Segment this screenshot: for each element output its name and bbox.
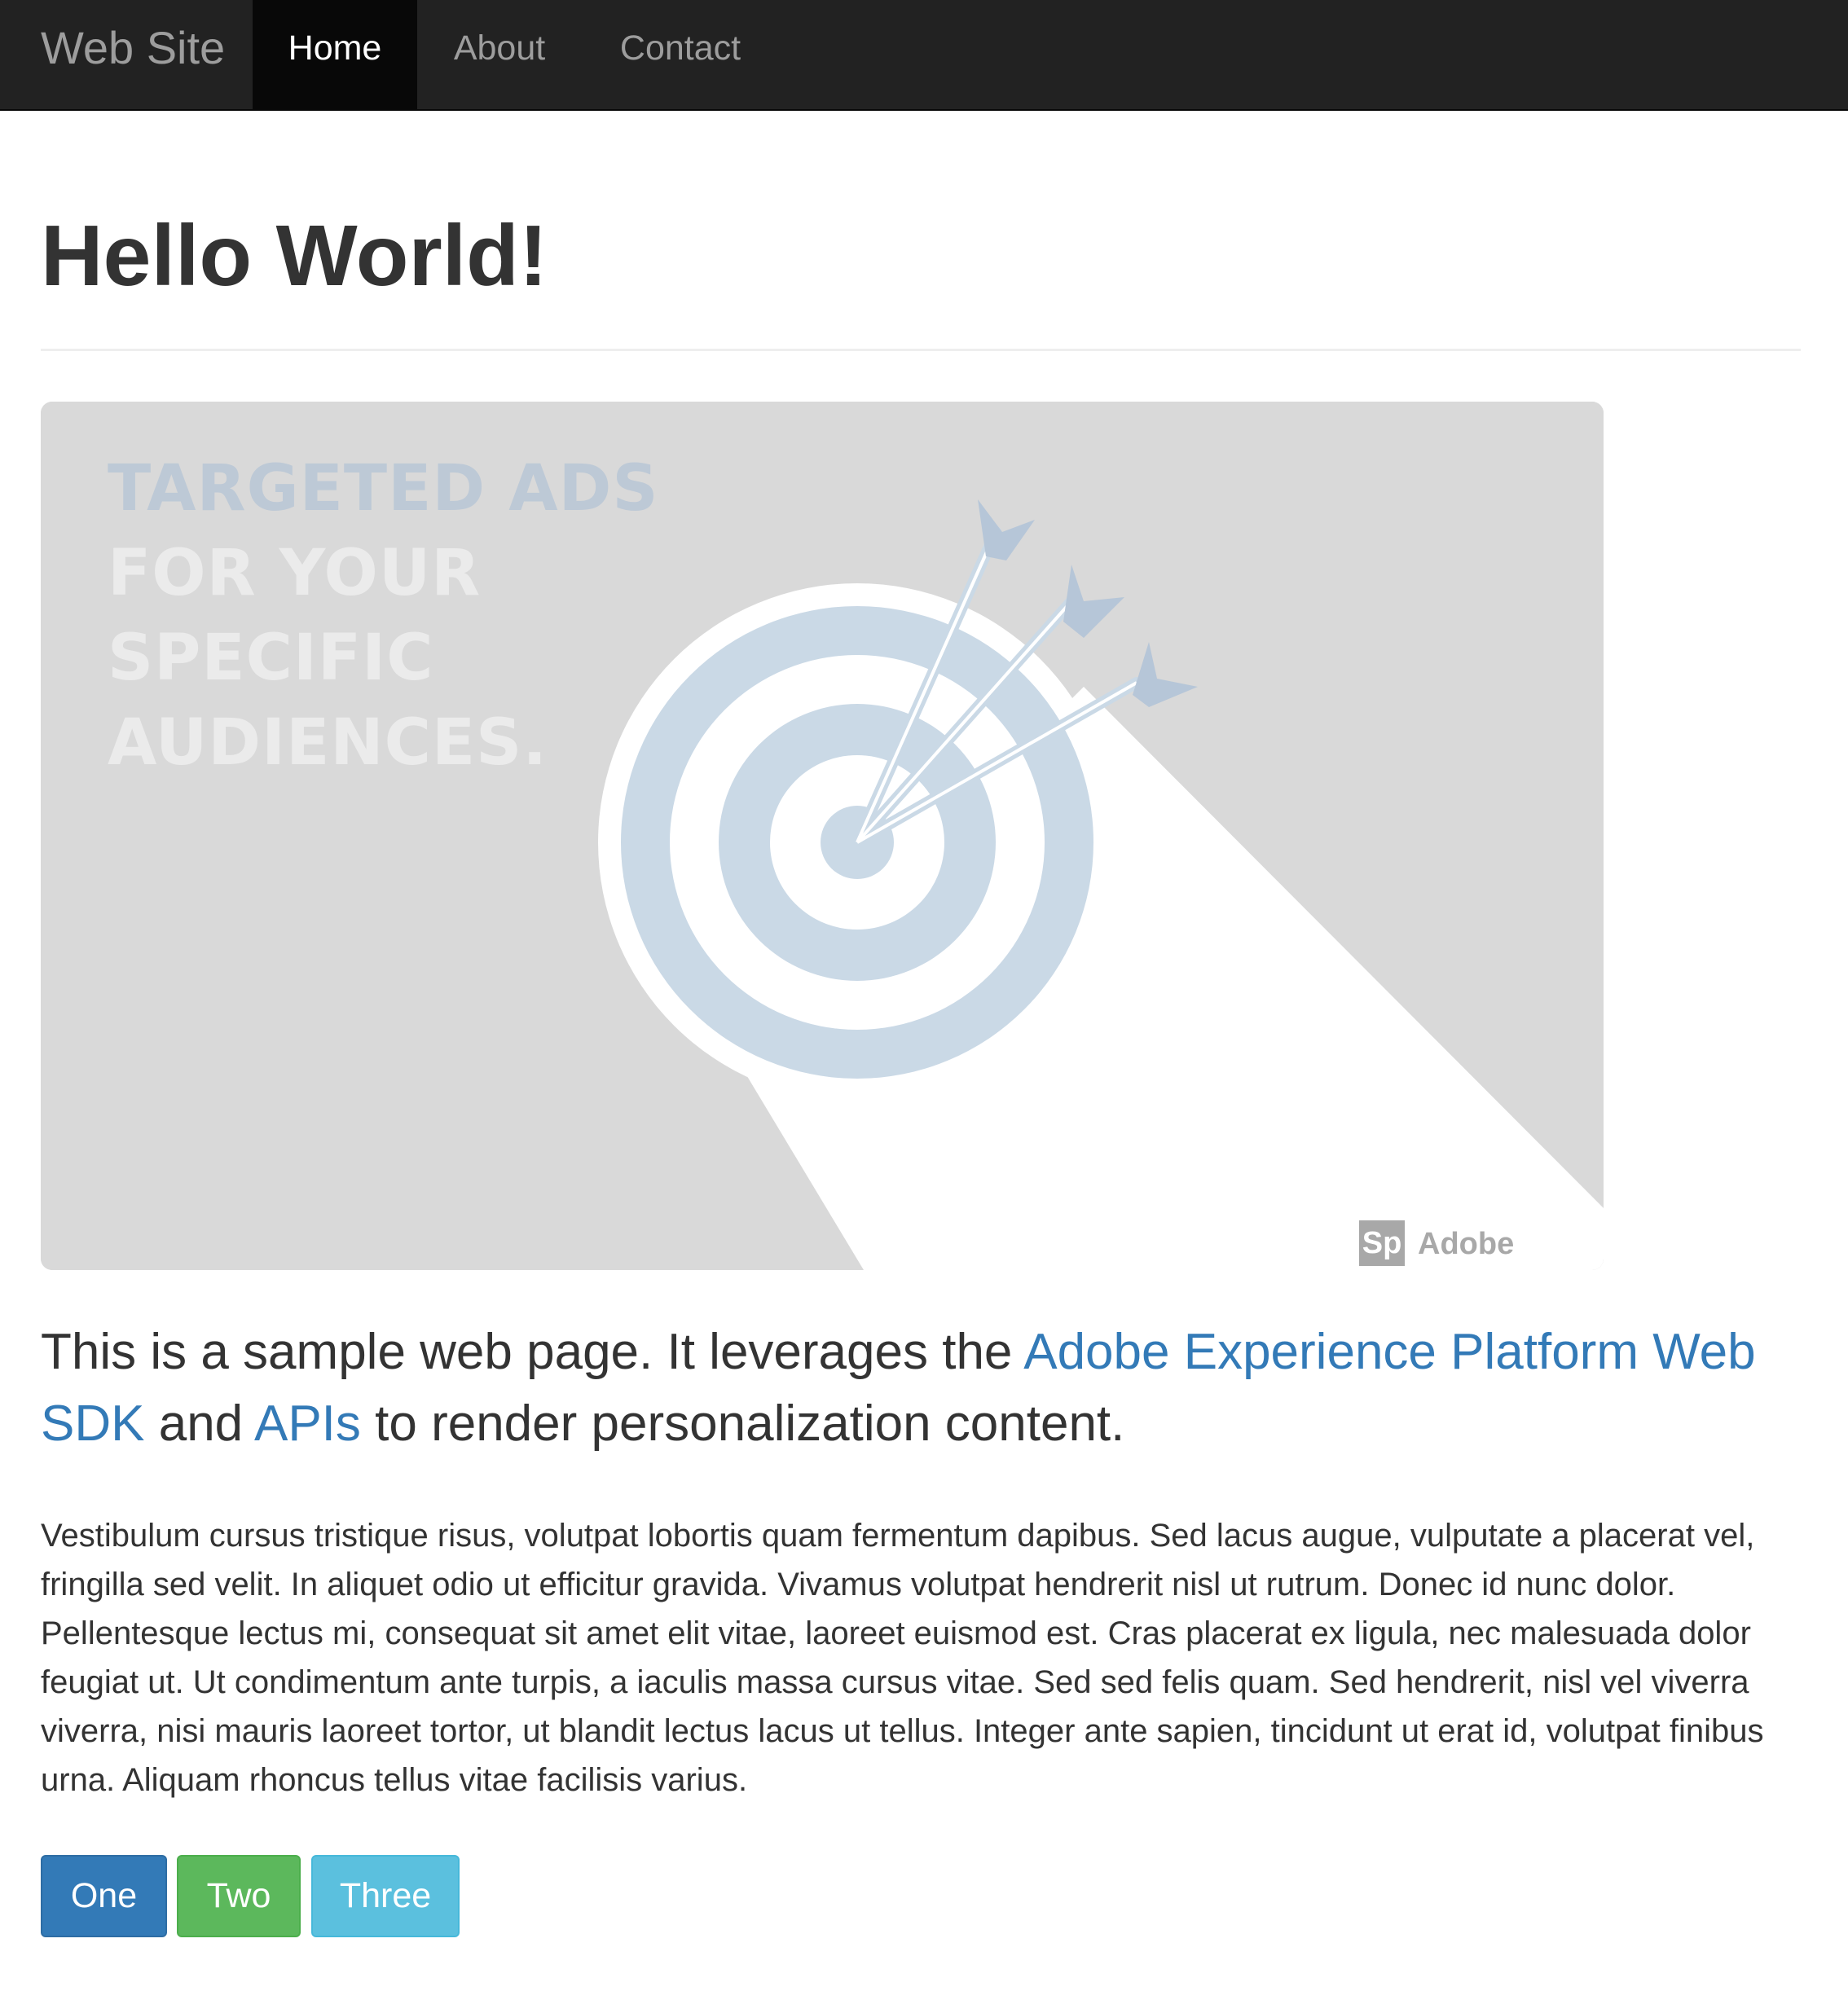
two-button[interactable]: Two: [177, 1855, 301, 1937]
adobe-spark-label: Adobe Spark: [1418, 1227, 1515, 1270]
nav-item-contact[interactable]: Contact: [582, 0, 779, 109]
site-brand-link[interactable]: Web Site: [41, 0, 225, 109]
lead-paragraph: This is a sample web page. It leverages …: [41, 1316, 1817, 1460]
three-button[interactable]: Three: [311, 1855, 460, 1937]
adobe-spark-logo-icon: Sp: [1359, 1220, 1405, 1266]
hero-headline-line: FOR YOUR: [108, 537, 482, 610]
apis-link[interactable]: APIs: [254, 1396, 361, 1452]
lead-text: and: [144, 1396, 254, 1452]
lead-text: to render personalization content.: [360, 1396, 1125, 1452]
one-button[interactable]: One: [41, 1855, 167, 1937]
nav-item-about[interactable]: About: [417, 0, 582, 109]
body-paragraph: Vestibulum cursus tristique risus, volut…: [41, 1518, 1764, 1798]
title-divider: [41, 349, 1801, 351]
hero-headline: TARGETED ADS FOR YOUR SPECIFIC AUDIENCES…: [108, 446, 659, 785]
page-title: Hello World!: [41, 208, 548, 304]
hero-headline-line: SPECIFIC: [108, 622, 434, 695]
lead-text: This is a sample web page. It leverages …: [41, 1324, 1024, 1380]
top-navbar: Web Site Home About Contact: [0, 0, 1848, 111]
hero-banner-image: TARGETED ADS FOR YOUR SPECIFIC AUDIENCES…: [41, 402, 1604, 1270]
hero-headline-line: TARGETED ADS: [108, 452, 659, 525]
nav-item-home[interactable]: Home: [253, 0, 417, 109]
hero-headline-line: AUDIENCES.: [108, 706, 548, 780]
